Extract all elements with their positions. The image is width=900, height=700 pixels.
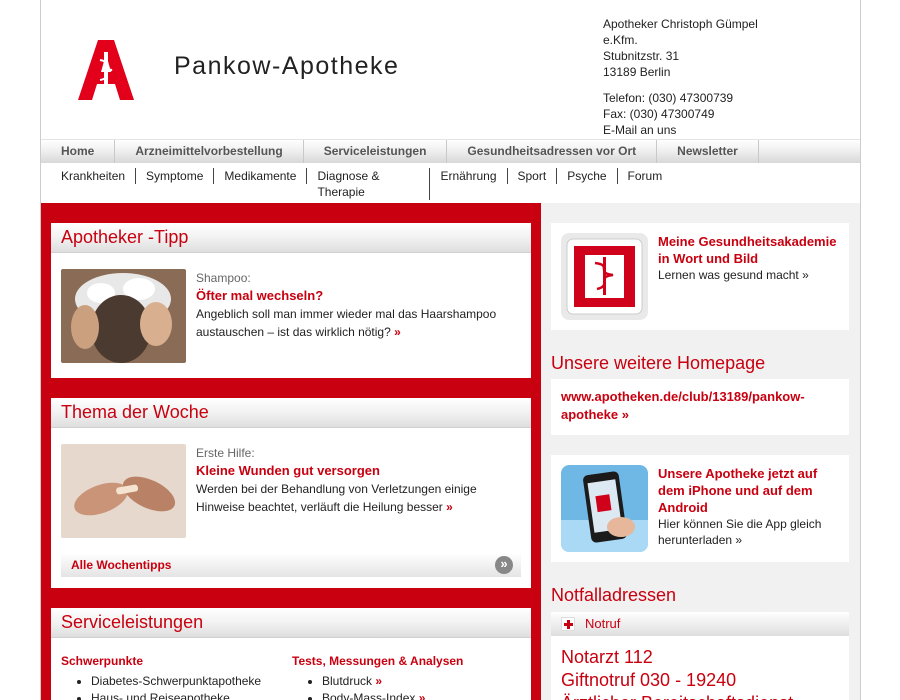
subnav-krankheiten[interactable]: Krankheiten bbox=[41, 168, 137, 184]
tipp-box: Apotheker -Tipp Shampoo: Öfter mal wechs… bbox=[51, 223, 531, 378]
app-box[interactable]: Unsere Apotheke jetzt auf dem iPhone und… bbox=[551, 455, 849, 562]
notfall-heading: Notfalladressen bbox=[551, 585, 677, 605]
subnav-sport[interactable]: Sport bbox=[508, 168, 558, 184]
app-title[interactable]: Unsere Apotheke jetzt auf dem iPhone und… bbox=[658, 465, 843, 516]
notruf-label: Notruf bbox=[585, 616, 621, 631]
gesundheitsakademie-logo-icon[interactable] bbox=[561, 233, 648, 320]
service-col-schwerpunkte: Schwerpunkte Diabetes-Schwerpunktapothek… bbox=[61, 654, 291, 700]
subnav-psyche[interactable]: Psyche bbox=[557, 168, 618, 184]
tipp-more-link[interactable]: » bbox=[394, 325, 401, 339]
subnav-ernaehrung[interactable]: Ernährung bbox=[430, 168, 508, 184]
email-link[interactable]: E-Mail an uns bbox=[603, 122, 758, 138]
apotheke-logo-icon[interactable] bbox=[78, 40, 134, 100]
subnav-diagnose-therapie[interactable]: Diagnose & Therapie bbox=[307, 168, 431, 200]
smartphone-app-icon[interactable] bbox=[561, 465, 648, 552]
address-line: Apotheker Christoph Gümpel bbox=[603, 17, 758, 31]
double-arrow-icon[interactable]: » bbox=[495, 556, 513, 574]
nav-newsletter[interactable]: Newsletter bbox=[657, 140, 759, 163]
thema-heading: Thema der Woche bbox=[51, 398, 531, 428]
tipp-teaser[interactable]: Shampoo: Öfter mal wechseln? Angeblich s… bbox=[61, 269, 521, 363]
page: Pankow-Apotheke Apotheker Christoph Gümp… bbox=[40, 0, 861, 700]
red-cross-icon bbox=[561, 617, 575, 631]
thema-description: Werden bei der Behandlung von Verletzung… bbox=[196, 482, 477, 514]
thema-text: Erste Hilfe: Kleine Wunden gut versorgen… bbox=[196, 444, 516, 516]
nav-serviceleistungen[interactable]: Serviceleistungen bbox=[304, 140, 448, 163]
giftnotruf-number[interactable]: Giftnotruf 030 - 19240 bbox=[561, 669, 839, 692]
homepage-link[interactable]: www.apotheken.de/club/13189/pankow-apoth… bbox=[551, 379, 849, 435]
subnav-forum[interactable]: Forum bbox=[618, 168, 673, 184]
service-box: Serviceleistungen Schwerpunkte Diabetes-… bbox=[51, 608, 531, 700]
app-more-link[interactable]: » bbox=[735, 533, 742, 547]
address-line: Stubnitzstr. 31 bbox=[603, 49, 680, 63]
list-item[interactable]: Blutdruck » bbox=[322, 673, 522, 690]
alle-wochentipps-label: Alle Wochentipps bbox=[71, 558, 172, 572]
homepage-more-link[interactable]: » bbox=[622, 407, 629, 422]
main-nav: Home Arzneimittelvorbestellung Servicele… bbox=[41, 139, 860, 163]
schwerpunkte-heading[interactable]: Schwerpunkte bbox=[61, 654, 291, 668]
notarzt-number[interactable]: Notarzt 112 bbox=[561, 646, 839, 669]
tipp-description: Angeblich soll man immer wieder mal das … bbox=[196, 307, 497, 339]
alle-wochentipps-link[interactable]: Alle Wochentipps » bbox=[61, 553, 521, 577]
thema-kicker: Erste Hilfe: bbox=[196, 446, 255, 460]
notfall-list: Notarzt 112 Giftnotruf 030 - 19240 Ärztl… bbox=[551, 636, 849, 700]
service-col-tests: Tests, Messungen & Analysen Blutdruck » … bbox=[292, 654, 522, 700]
tipp-text: Shampoo: Öfter mal wechseln? Angeblich s… bbox=[196, 269, 516, 341]
app-text: Unsere Apotheke jetzt auf dem iPhone und… bbox=[658, 465, 843, 548]
fax: Fax: (030) 47300749 bbox=[603, 107, 715, 121]
list-item[interactable]: Haus- und Reiseapotheke bbox=[91, 690, 291, 700]
akademie-text: Meine Gesundheitsakademie in Wort und Bi… bbox=[658, 233, 843, 283]
tipp-kicker: Shampoo: bbox=[196, 271, 251, 285]
thema-title[interactable]: Kleine Wunden gut versorgen bbox=[196, 462, 516, 480]
shampoo-image[interactable] bbox=[61, 269, 186, 363]
thema-more-link[interactable]: » bbox=[446, 500, 453, 514]
akademie-more-link[interactable]: » bbox=[802, 268, 809, 282]
homepage-heading: Unsere weitere Homepage bbox=[551, 353, 766, 373]
thema-box: Thema der Woche Erste Hilfe: Kleine Wund… bbox=[51, 398, 531, 588]
tab-notruf[interactable]: Notruf bbox=[551, 612, 849, 636]
brand-title[interactable]: Pankow-Apotheke bbox=[174, 52, 399, 81]
pharmacy-address: Apotheker Christoph Gümpel e.Kfm. Stubni… bbox=[603, 16, 758, 138]
tipp-heading: Apotheker -Tipp bbox=[51, 223, 531, 253]
sub-nav: Krankheiten Symptome Medikamente Diagnos… bbox=[41, 163, 860, 203]
right-column: Meine Gesundheitsakademie in Wort und Bi… bbox=[541, 203, 860, 700]
address-line: 13189 Berlin bbox=[603, 65, 671, 79]
nav-arzneimittelvorbestellung[interactable]: Arzneimittelvorbestellung bbox=[115, 140, 304, 163]
list-item[interactable]: Body-Mass-Index » bbox=[322, 690, 522, 700]
akademie-description: Lernen was gesund macht bbox=[658, 268, 799, 282]
nav-gesundheitsadressen[interactable]: Gesundheitsadressen vor Ort bbox=[447, 140, 658, 163]
akademie-title[interactable]: Meine Gesundheitsakademie in Wort und Bi… bbox=[658, 233, 843, 267]
address-line: e.Kfm. bbox=[603, 33, 638, 47]
bereitschaftsdienst[interactable]: Ärztlicher Bereitschaftsdienst bbox=[561, 692, 839, 700]
akademie-box[interactable]: Meine Gesundheitsakademie in Wort und Bi… bbox=[551, 223, 849, 330]
subnav-symptome[interactable]: Symptome bbox=[136, 168, 215, 184]
thema-teaser[interactable]: Erste Hilfe: Kleine Wunden gut versorgen… bbox=[61, 444, 521, 538]
nav-home[interactable]: Home bbox=[41, 140, 116, 163]
tests-heading[interactable]: Tests, Messungen & Analysen bbox=[292, 654, 522, 668]
left-column: Apotheker -Tipp Shampoo: Öfter mal wechs… bbox=[41, 203, 541, 700]
phone: Telefon: (030) 47300739 bbox=[603, 91, 734, 105]
list-item[interactable]: Diabetes-Schwerpunktapotheke bbox=[91, 673, 291, 690]
subnav-medikamente[interactable]: Medikamente bbox=[214, 168, 308, 184]
service-heading: Serviceleistungen bbox=[51, 608, 531, 638]
homepage-url[interactable]: www.apotheken.de/club/13189/pankow-apoth… bbox=[561, 389, 805, 422]
wound-care-image[interactable] bbox=[61, 444, 186, 538]
tipp-title[interactable]: Öfter mal wechseln? bbox=[196, 287, 516, 305]
